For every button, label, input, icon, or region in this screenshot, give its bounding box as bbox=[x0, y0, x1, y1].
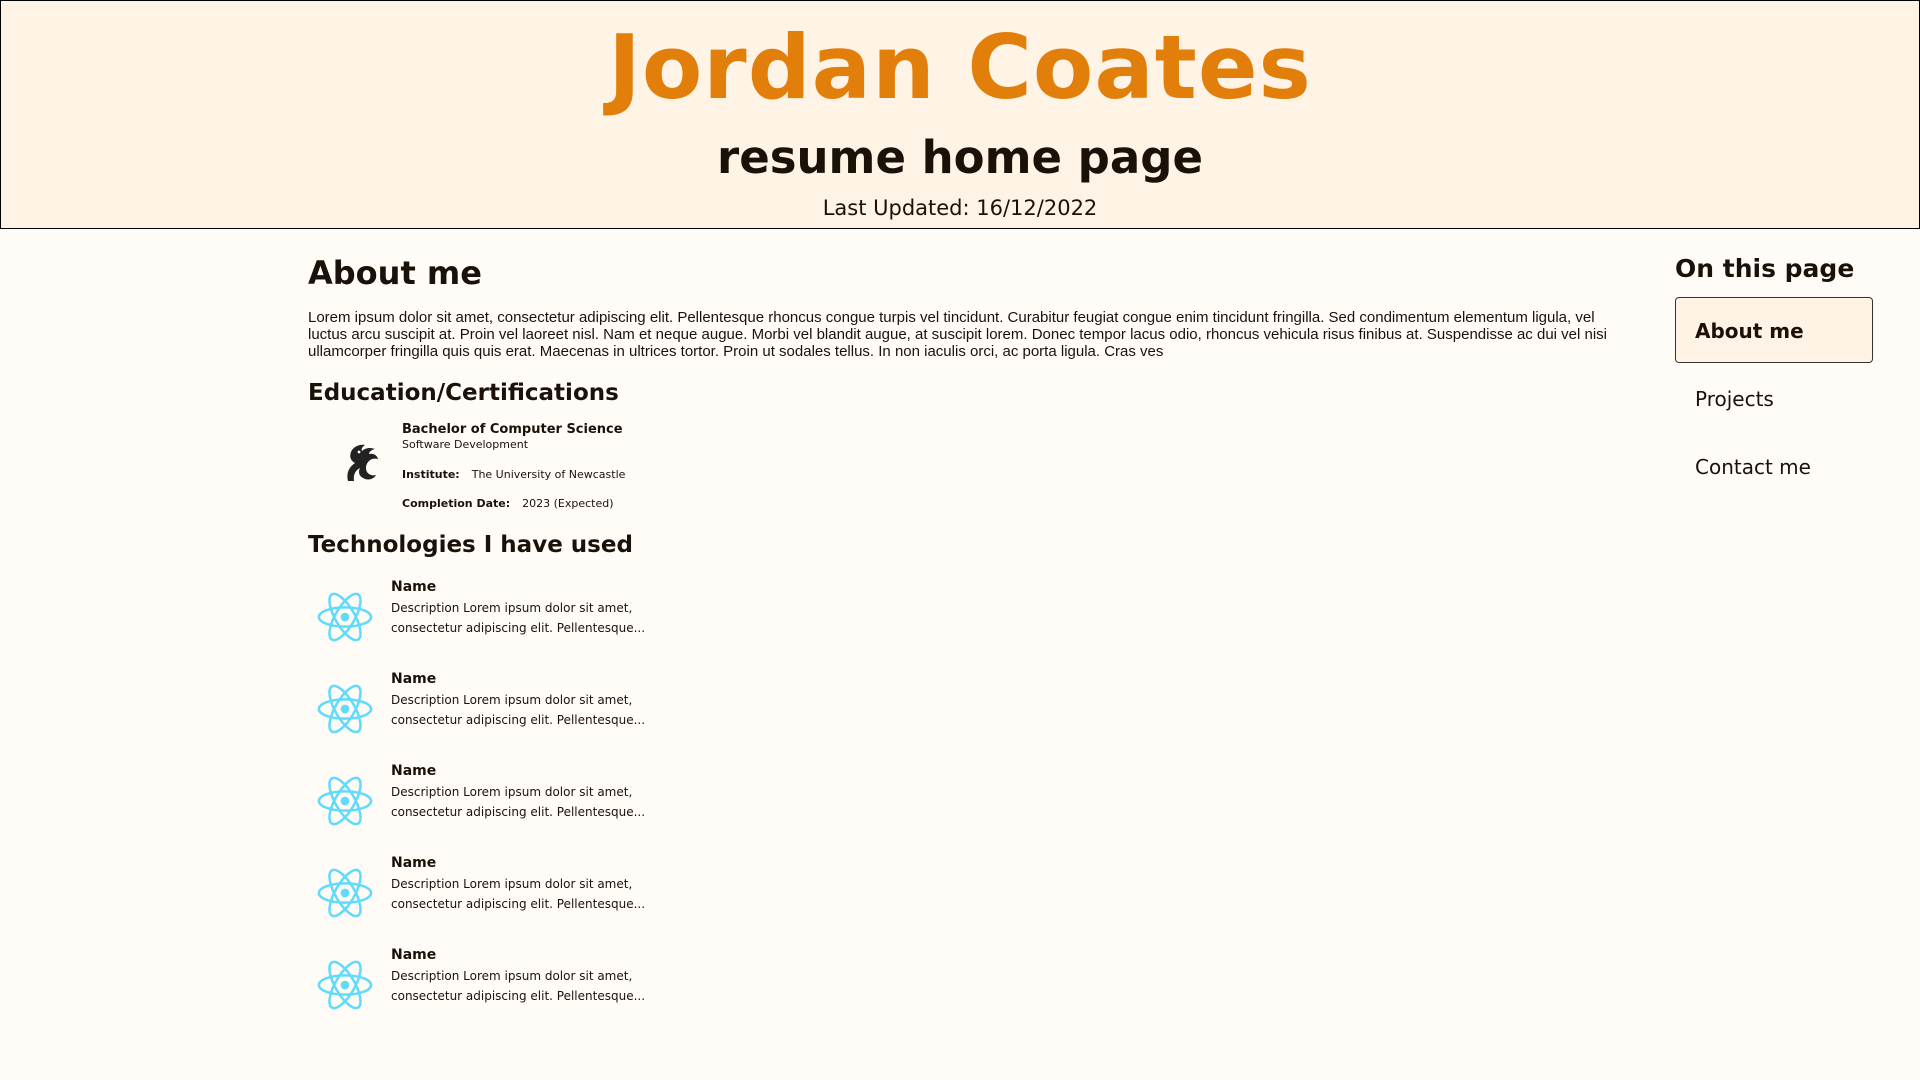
technology-name: Name bbox=[391, 763, 437, 779]
technology-item: Name Description Lorem ipsum dolor sit a… bbox=[308, 946, 908, 1038]
toc-item-contact-me[interactable]: Contact me bbox=[1675, 433, 1873, 499]
page-subtitle: resume home page bbox=[717, 131, 1203, 184]
about-heading: About me bbox=[308, 254, 482, 292]
completion-value: 2023 (Expected) bbox=[522, 497, 614, 510]
react-atom-icon bbox=[317, 776, 373, 826]
technology-item: Name Description Lorem ipsum dolor sit a… bbox=[308, 854, 908, 946]
university-seahorse-logo-icon bbox=[347, 444, 378, 481]
last-updated-text: Last Updated: 16/12/2022 bbox=[822, 196, 1098, 220]
react-atom-icon bbox=[317, 960, 373, 1010]
toc-item-projects[interactable]: Projects bbox=[1675, 365, 1873, 431]
institute-label: Institute: bbox=[402, 468, 460, 481]
technologies-heading: Technologies I have used bbox=[308, 532, 633, 558]
technology-description: Description Lorem ipsum dolor sit amet, … bbox=[391, 877, 646, 911]
education-entry: Bachelor of Computer Science Software De… bbox=[308, 421, 908, 521]
technology-description: Description Lorem ipsum dolor sit amet, … bbox=[391, 601, 646, 635]
technology-item: Name Description Lorem ipsum dolor sit a… bbox=[308, 762, 908, 854]
technology-name: Name bbox=[391, 947, 437, 963]
institute-row: Institute: The University of Newcastle bbox=[402, 468, 625, 482]
technology-item: Name Description Lorem ipsum dolor sit a… bbox=[308, 670, 908, 762]
technology-name: Name bbox=[391, 579, 437, 595]
completion-row: Completion Date: 2023 (Expected) bbox=[402, 497, 614, 511]
completion-label: Completion Date: bbox=[402, 497, 511, 510]
toc-title: On this page bbox=[1675, 254, 1855, 283]
toc-item-about-me[interactable]: About me bbox=[1675, 297, 1873, 363]
react-atom-icon bbox=[317, 684, 373, 734]
technology-name: Name bbox=[391, 855, 437, 871]
technology-item: Name Description Lorem ipsum dolor sit a… bbox=[308, 578, 908, 670]
react-atom-icon bbox=[317, 868, 373, 918]
technology-description: Description Lorem ipsum dolor sit amet, … bbox=[391, 969, 646, 1003]
technology-name: Name bbox=[391, 671, 437, 687]
institute-value: The University of Newcastle bbox=[471, 468, 626, 481]
site-owner-name: Jordan Coates bbox=[608, 16, 1312, 119]
about-paragraph: Lorem ipsum dolor sit amet, consectetur … bbox=[308, 309, 1608, 360]
degree-major: Software Development bbox=[402, 438, 529, 451]
technology-description: Description Lorem ipsum dolor sit amet, … bbox=[391, 785, 646, 819]
degree-title: Bachelor of Computer Science bbox=[402, 422, 623, 437]
react-atom-icon bbox=[317, 592, 373, 642]
page-header: Jordan Coates resume home page Last Upda… bbox=[0, 0, 1920, 229]
technologies-list: Name Description Lorem ipsum dolor sit a… bbox=[308, 578, 908, 1038]
education-heading: Education/Certifications bbox=[308, 380, 619, 406]
technology-description: Description Lorem ipsum dolor sit amet, … bbox=[391, 693, 646, 727]
